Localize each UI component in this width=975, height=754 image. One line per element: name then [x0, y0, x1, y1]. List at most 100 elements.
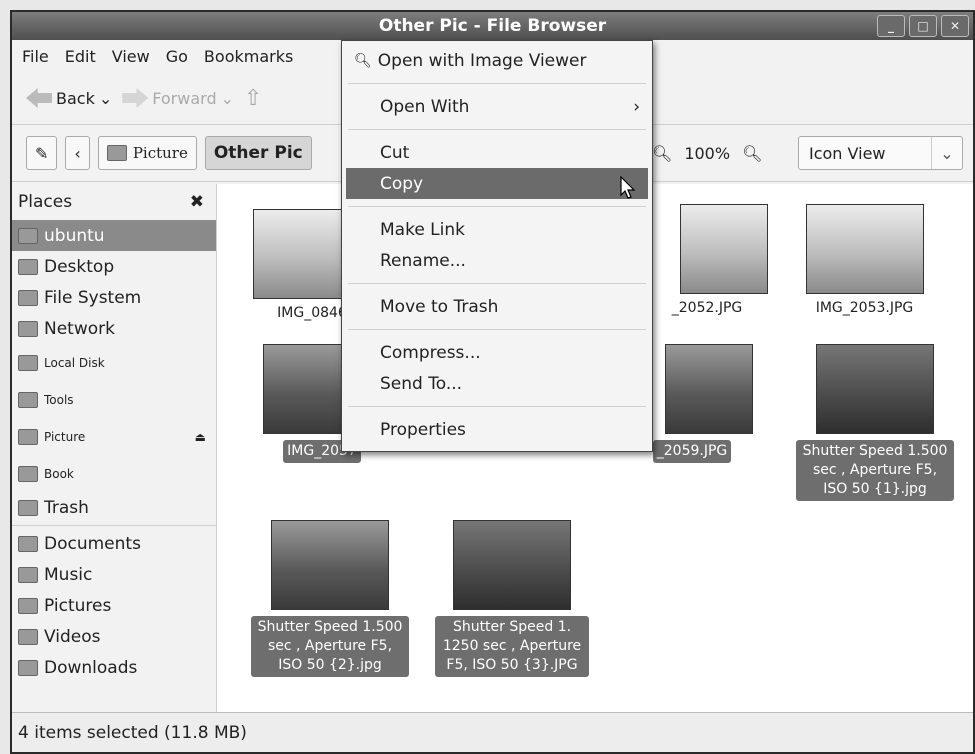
pencil-icon: ✎: [35, 143, 49, 163]
menu-item-rename[interactable]: Rename...: [342, 245, 652, 276]
view-mode-value: Icon View: [809, 143, 886, 163]
file-item[interactable]: _2052.JPG: [647, 204, 768, 316]
menu-item-move-to-trash[interactable]: Move to Trash: [342, 291, 652, 322]
edit-location-button[interactable]: ✎: [26, 136, 58, 170]
sidebar-item-label: Trash: [44, 497, 89, 518]
menu-item-cut[interactable]: Cut: [342, 137, 652, 168]
image-thumbnail: [805, 204, 924, 294]
zoom-in-icon[interactable]: 🔍︎: [742, 144, 762, 163]
sidebar-item-tools[interactable]: Tools: [12, 381, 216, 418]
back-button[interactable]: Back ⌄: [26, 88, 112, 108]
sidebar-item-pictures[interactable]: Pictures: [12, 590, 216, 621]
file-name: Shutter Speed 1. 1250 sec , Aperture F5,…: [435, 616, 589, 677]
file-name: Shutter Speed 1.500 sec , Aperture F5, I…: [251, 616, 409, 677]
sidebar-item-label: Network: [44, 318, 115, 339]
crumb-picture[interactable]: Picture: [97, 136, 197, 170]
sidebar-item-desktop[interactable]: Desktop: [12, 251, 216, 282]
sidebar-item-downloads[interactable]: Downloads: [12, 652, 216, 683]
sidebar-item-network[interactable]: Network: [12, 313, 216, 344]
zoom-out-icon[interactable]: 🔍︎: [652, 144, 672, 163]
menu-go[interactable]: Go: [166, 47, 188, 66]
minimize-button[interactable]: _: [877, 15, 905, 37]
menu-item-make-link[interactable]: Make Link: [342, 214, 652, 245]
up-button[interactable]: ⇧: [244, 86, 262, 111]
download-icon: [18, 659, 38, 676]
sidebar-item-file-system[interactable]: File System: [12, 282, 216, 313]
file-name: IMG_0846: [277, 305, 347, 321]
desktop-icon: [18, 258, 38, 275]
crumb-other-pic[interactable]: Other Pic: [204, 136, 312, 170]
menu-edit[interactable]: Edit: [65, 47, 96, 66]
music-icon: [18, 566, 38, 583]
menu-divider: [348, 83, 646, 84]
sidebar-item-local-disk[interactable]: Local Disk: [12, 344, 216, 381]
menu-item-label: Copy: [380, 173, 424, 194]
path-left-button[interactable]: ‹: [65, 136, 90, 170]
status-text: 4 items selected (11.8 MB): [18, 722, 247, 743]
image-thumbnail: [271, 520, 389, 610]
sidebar-item-label: Documents: [44, 533, 141, 554]
menu-item-copy[interactable]: Copy: [346, 168, 648, 199]
drive-icon: [18, 465, 38, 482]
drive-icon: [18, 289, 38, 306]
menu-divider: [348, 129, 646, 130]
menu-item-compress[interactable]: Compress...: [342, 337, 652, 368]
title-bar: Other Pic - File Browser _ □ ✕: [12, 12, 973, 40]
sidebar-item-label: Picture: [44, 429, 86, 444]
menu-item-label: Move to Trash: [380, 296, 499, 317]
sidebar-item-picture[interactable]: Picture ⏏: [12, 418, 216, 455]
sidebar-divider: [12, 525, 216, 526]
menu-divider: [348, 406, 646, 407]
menu-view[interactable]: View: [112, 47, 150, 66]
menu-item-label: Rename...: [380, 250, 466, 271]
menu-item-open-with-image-viewer[interactable]: 🔍︎ Open with Image Viewer: [342, 45, 652, 76]
menu-bookmarks[interactable]: Bookmarks: [204, 47, 293, 66]
file-item[interactable]: Shutter Speed 1.500 sec , Aperture F5, I…: [247, 520, 413, 677]
video-icon: [18, 628, 38, 645]
menu-item-label: Open With: [380, 96, 470, 117]
drive-icon: [18, 428, 38, 445]
chevron-down-icon[interactable]: ⌄: [221, 89, 234, 108]
image-thumbnail: [816, 344, 934, 434]
sidebar-item-documents[interactable]: Documents: [12, 528, 216, 559]
menu-item-send-to[interactable]: Send To...: [342, 368, 652, 399]
sidebar-item-book[interactable]: Book: [12, 455, 216, 492]
sidebar-item-label: Videos: [44, 626, 101, 647]
view-mode-select[interactable]: Icon View ⌄: [798, 136, 963, 170]
menu-file[interactable]: File: [22, 47, 49, 66]
folder-icon: [106, 145, 127, 161]
menu-divider: [348, 329, 646, 330]
sidebar-item-trash[interactable]: Trash: [12, 492, 216, 523]
file-item[interactable]: Shutter Speed 1.500 sec , Aperture F5, I…: [792, 344, 958, 501]
close-icon[interactable]: ✖: [190, 192, 204, 212]
sidebar-item-label: Tools: [44, 392, 74, 407]
file-name: Shutter Speed 1.500 sec , Aperture F5, I…: [796, 440, 954, 501]
network-icon: [18, 320, 38, 337]
image-thumbnail: [680, 204, 768, 294]
eject-icon[interactable]: ⏏: [195, 430, 206, 444]
places-sidebar: Places ✖ ubuntu Desktop File System Netw…: [12, 184, 217, 716]
menu-item-label: Compress...: [380, 342, 481, 363]
zoom-level: 100%: [684, 143, 731, 163]
menu-item-properties[interactable]: Properties: [342, 414, 652, 445]
places-header[interactable]: Places ✖: [12, 184, 216, 220]
chevron-down-icon[interactable]: ⌄: [99, 89, 112, 108]
menu-item-label: Properties: [380, 419, 466, 440]
menu-item-open-with[interactable]: Open With ›: [342, 91, 652, 122]
image-viewer-icon: 🔍︎: [354, 52, 372, 69]
forward-button[interactable]: Forward ⌄: [122, 88, 234, 108]
close-button[interactable]: ✕: [941, 15, 969, 37]
sidebar-item-ubuntu[interactable]: ubuntu: [12, 220, 216, 251]
image-thumbnail: [665, 344, 753, 434]
sidebar-item-videos[interactable]: Videos: [12, 621, 216, 652]
status-bar: 4 items selected (11.8 MB): [12, 712, 973, 752]
pictures-icon: [18, 597, 38, 614]
sidebar-item-label: Pictures: [44, 595, 112, 616]
maximize-button[interactable]: □: [909, 15, 937, 37]
sidebar-item-music[interactable]: Music: [12, 559, 216, 590]
back-label: Back: [56, 88, 95, 108]
file-item[interactable]: Shutter Speed 1. 1250 sec , Aperture F5,…: [431, 520, 593, 677]
file-item[interactable]: IMG_2053.JPG: [802, 204, 927, 316]
mouse-cursor-icon: [620, 176, 636, 199]
image-thumbnail: [453, 520, 571, 610]
